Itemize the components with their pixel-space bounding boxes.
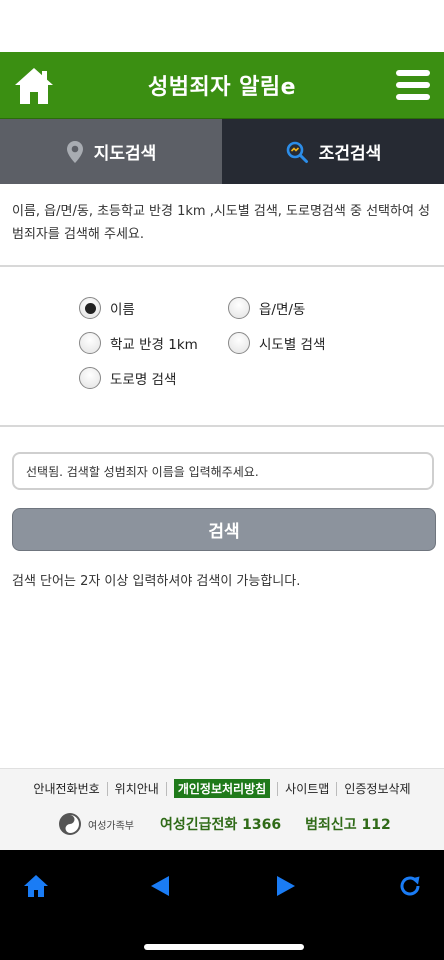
ministry-emblem-icon	[59, 813, 81, 835]
search-tabs: 지도검색 조건검색	[0, 119, 444, 184]
search-icon	[286, 141, 308, 163]
radio-province[interactable]: 시도별 검색	[228, 332, 325, 354]
crime-report-number: 범죄신고 112	[305, 817, 391, 833]
radio-button[interactable]	[228, 332, 250, 354]
divider	[336, 781, 338, 796]
footer-contacts: 여성가족부 여성긴급전화 1366 범죄신고 112	[58, 812, 398, 836]
map-pin-icon	[66, 140, 83, 163]
tab-label: 조건검색	[318, 144, 382, 164]
home-button[interactable]	[10, 62, 58, 110]
back-arrow-icon	[151, 876, 169, 896]
search-description: 이름, 읍/면/동, 초등학교 반경 1km ,시도별 검색, 도로명검색 중 …	[12, 204, 430, 242]
radio-button[interactable]	[79, 297, 101, 319]
radio-label: 읍/면/동	[259, 302, 306, 318]
browser-home-button[interactable]	[20, 870, 52, 902]
radio-button[interactable]	[79, 367, 101, 389]
footer-link-privacy[interactable]: 개인정보처리방침	[173, 779, 271, 798]
page-title: 성범죄자 알림e	[147, 75, 297, 100]
browser-back-button[interactable]	[144, 870, 176, 902]
search-input-placeholder: 선택됨. 검색할 성범죄자 이름을 입력해주세요.	[26, 464, 259, 479]
app-header: 성범죄자 알림e	[0, 52, 444, 119]
divider	[106, 781, 108, 796]
tab-map-search[interactable]: 지도검색	[0, 119, 222, 184]
search-type-options: 이름 읍/면/동 학교 반경 1km 시도별 검색 도로명 검색	[0, 290, 444, 400]
menu-bar	[396, 94, 430, 100]
home-indicator[interactable]	[144, 944, 304, 950]
footer-link-location[interactable]: 위치안내	[115, 780, 159, 797]
divider	[165, 781, 167, 796]
divider	[277, 781, 279, 796]
radio-label: 학교 반경 1km	[110, 337, 198, 353]
search-hint: 검색 단어는 2자 이상 입력하셔야 검색이 가능합니다.	[12, 574, 301, 589]
footer-links: 안내전화번호 위치안내 개인정보처리방침 사이트맵 인증정보삭제	[0, 779, 444, 798]
forward-arrow-icon	[277, 876, 295, 896]
menu-bar	[396, 70, 430, 76]
radio-button[interactable]	[228, 297, 250, 319]
home-icon	[15, 68, 53, 104]
divider	[0, 425, 444, 427]
ministry-logo: 여성가족부	[58, 812, 134, 836]
tab-label: 지도검색	[93, 144, 157, 164]
footer: 안내전화번호 위치안내 개인정보처리방침 사이트맵 인증정보삭제 여성가족부 여…	[0, 768, 444, 850]
status-bar	[0, 0, 444, 52]
search-button[interactable]: 검색	[12, 508, 436, 551]
radio-label: 시도별 검색	[259, 337, 326, 353]
ministry-name: 여성가족부	[88, 820, 134, 832]
footer-link-sitemap[interactable]: 사이트맵	[285, 780, 329, 797]
women-hotline: 여성긴급전화 1366	[160, 817, 282, 833]
tab-condition-search[interactable]: 조건검색	[222, 119, 444, 184]
radio-button[interactable]	[79, 332, 101, 354]
radio-road-name[interactable]: 도로명 검색	[79, 367, 176, 389]
radio-name[interactable]: 이름	[79, 297, 135, 319]
refresh-icon	[400, 876, 420, 896]
radio-label: 도로명 검색	[110, 372, 177, 388]
radio-label: 이름	[110, 302, 135, 318]
home-icon	[24, 875, 48, 897]
footer-link-phone[interactable]: 안내전화번호	[33, 780, 99, 797]
menu-bar	[396, 82, 430, 88]
browser-refresh-button[interactable]	[394, 870, 426, 902]
menu-button[interactable]	[396, 70, 430, 100]
search-input[interactable]: 선택됨. 검색할 성범죄자 이름을 입력해주세요.	[12, 452, 434, 490]
browser-forward-button[interactable]	[270, 870, 302, 902]
footer-link-delete-auth[interactable]: 인증정보삭제	[344, 780, 410, 797]
divider	[0, 265, 444, 267]
radio-school-radius[interactable]: 학교 반경 1km	[79, 332, 198, 354]
radio-town[interactable]: 읍/면/동	[228, 297, 305, 319]
